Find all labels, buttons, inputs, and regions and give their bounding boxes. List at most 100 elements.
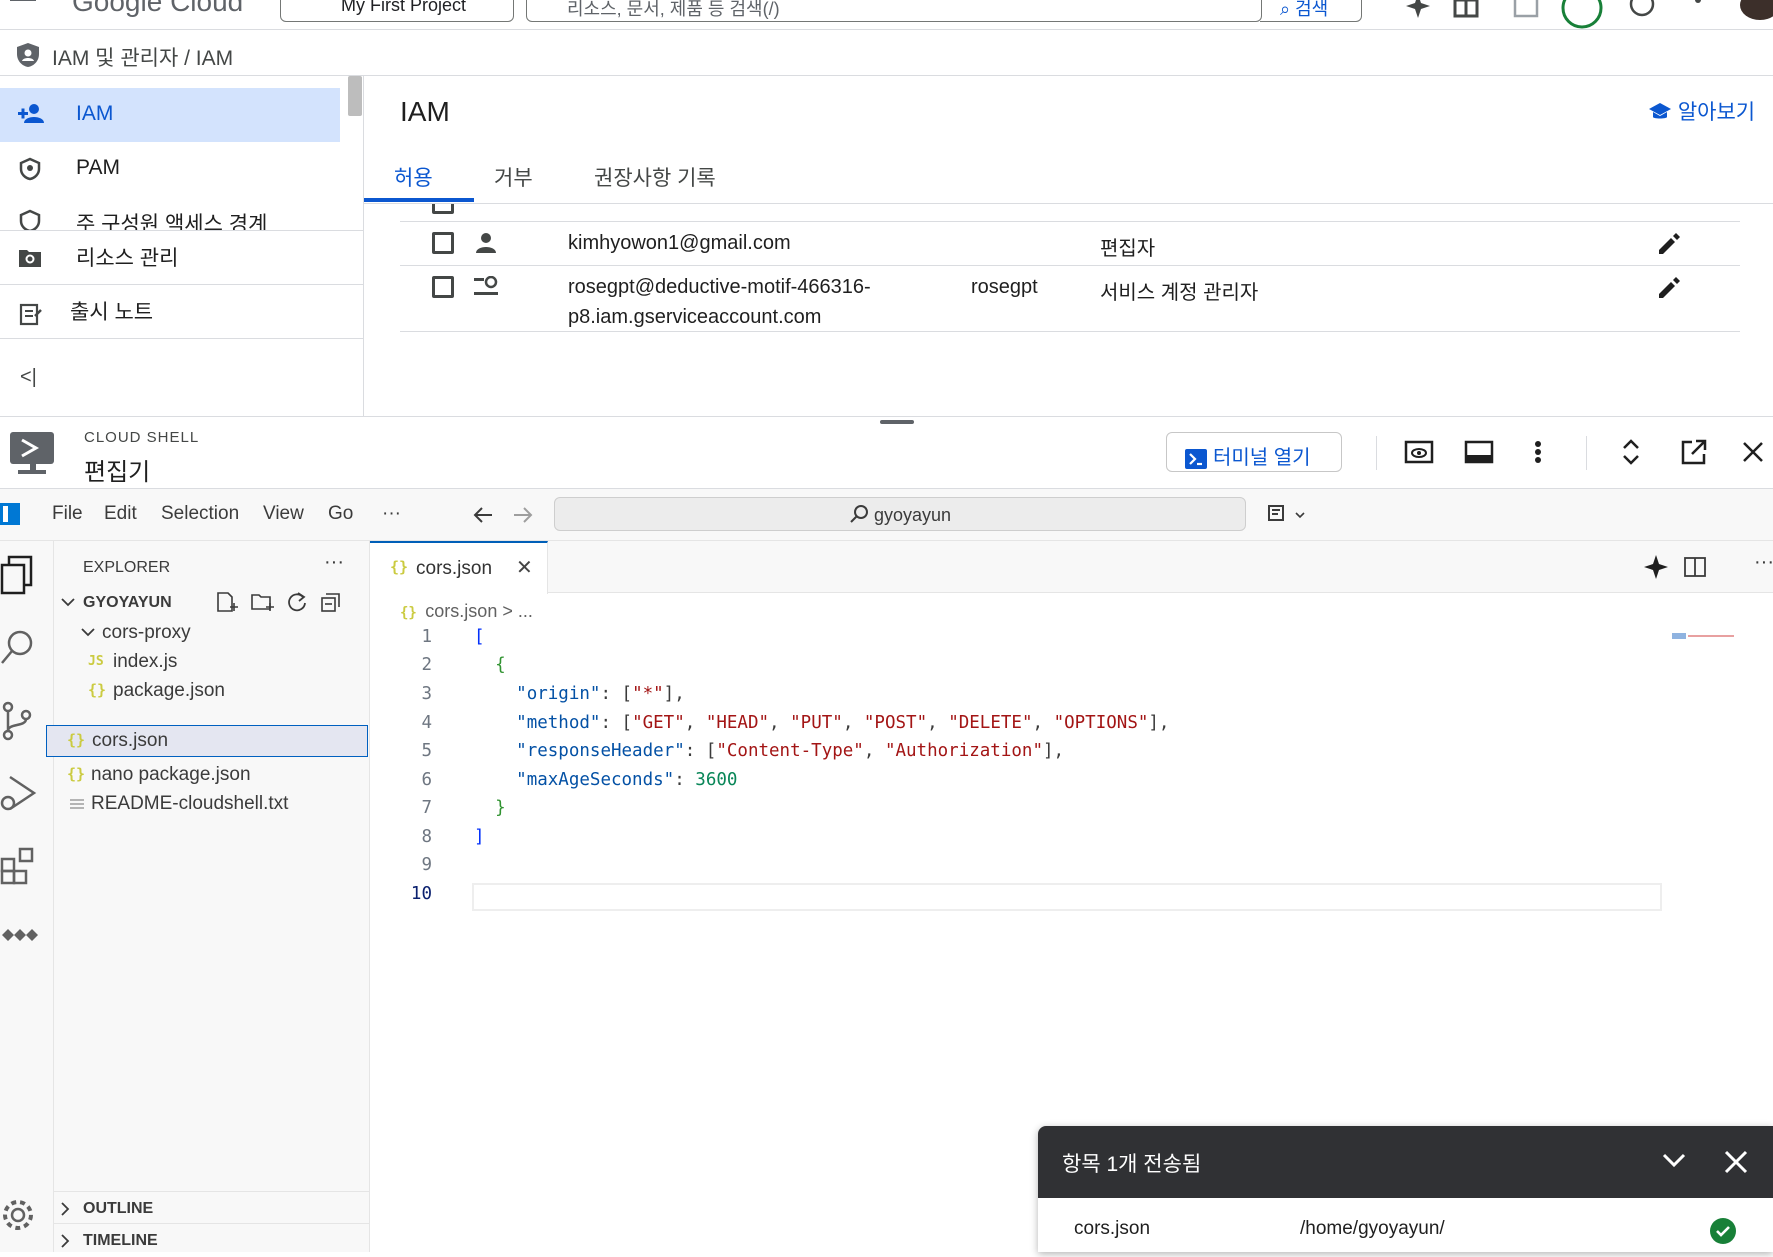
avatar[interactable] <box>1740 0 1773 20</box>
split-editor-icon[interactable] <box>1684 557 1706 577</box>
search-icon[interactable] <box>0 629 40 669</box>
sparkle-icon[interactable] <box>1644 555 1668 579</box>
menu-edit[interactable]: Edit <box>104 503 137 525</box>
more-vert-icon[interactable] <box>1532 438 1544 466</box>
transferred-file-name: cors.json <box>1074 1218 1151 1239</box>
nav-item-label: 출시 노트 <box>70 301 154 324</box>
help-icon[interactable] <box>1628 0 1656 22</box>
web-preview-icon[interactable] <box>1404 438 1434 466</box>
main-menu-button[interactable] <box>8 0 40 14</box>
resize-handle[interactable] <box>880 420 914 424</box>
close-icon[interactable] <box>1724 1150 1748 1174</box>
search-button[interactable]: ⌕ 검색 <box>1260 0 1362 22</box>
source-control-icon[interactable] <box>0 701 40 741</box>
outline-section[interactable]: OUTLINE <box>54 1193 370 1225</box>
tab-deny[interactable]: 거부 <box>494 162 533 192</box>
explorer-title: EXPLORER <box>83 559 171 576</box>
row-checkbox[interactable] <box>432 232 454 254</box>
explorer-icon[interactable] <box>0 555 40 595</box>
layout-icon[interactable] <box>1464 438 1494 466</box>
nav-item-iam[interactable]: IAM <box>0 88 340 142</box>
chevron-down-icon[interactable] <box>1662 1152 1686 1170</box>
open-terminal-label: 터미널 열기 <box>1213 447 1311 469</box>
collapse-all-icon[interactable] <box>320 591 342 613</box>
extensions-icon[interactable] <box>0 847 40 887</box>
notifications-icon[interactable] <box>1560 0 1604 29</box>
minimap[interactable] <box>1670 629 1740 643</box>
search-input[interactable]: 리소스, 문서, 제품 등 검색(/) <box>526 0 1262 22</box>
breadcrumb-text: cors.json > ... <box>425 601 533 621</box>
project-picker[interactable]: My First Project <box>280 0 514 22</box>
back-arrow-icon[interactable] <box>472 505 494 525</box>
collapse-nav-button[interactable]: <| <box>20 366 37 389</box>
gear-folder-icon <box>18 246 42 268</box>
timeline-section[interactable]: TIMELINE <box>54 1225 370 1257</box>
nav-item-resource-manager[interactable]: 리소스 관리 <box>0 230 340 284</box>
gift-icon[interactable] <box>1452 0 1480 22</box>
cloud-code-icon[interactable] <box>0 921 40 961</box>
edit-icon[interactable] <box>1656 232 1680 256</box>
expand-icon[interactable] <box>1620 438 1642 466</box>
tree-item-index-js[interactable]: JS index.js <box>54 646 370 678</box>
explorer-more-icon[interactable]: ··· <box>324 551 344 574</box>
menu-selection[interactable]: Selection <box>161 503 239 525</box>
tab-allow[interactable]: 허용 <box>394 162 433 192</box>
editor-tab-cors-json[interactable]: {} cors.json ✕ <box>370 541 548 594</box>
menu-file[interactable]: File <box>52 503 83 525</box>
page-title: IAM <box>400 96 450 127</box>
copilot-chat-icon[interactable] <box>1268 505 1308 525</box>
editor-tab-strip: {} cors.json ✕ ··· <box>370 541 1773 594</box>
json-file-icon: {} <box>88 681 107 699</box>
breadcrumb: IAM 및 관리자 / IAM <box>0 30 1773 76</box>
nav-item-pam[interactable]: PAM <box>0 142 340 196</box>
editor-breadcrumb[interactable]: {} cors.json > ... <box>400 601 533 622</box>
row-checkbox[interactable] <box>432 204 454 214</box>
tree-item-label: nano package.json <box>91 764 251 785</box>
open-in-new-icon[interactable] <box>1680 438 1708 466</box>
forward-arrow-icon[interactable] <box>512 505 534 525</box>
tree-item-nano-package-json[interactable]: {} nano package.json <box>54 759 370 791</box>
editor-more-icon[interactable]: ··· <box>1754 551 1773 574</box>
new-folder-icon[interactable] <box>250 591 274 615</box>
refresh-icon[interactable] <box>286 591 308 613</box>
shield-person-icon <box>18 209 42 230</box>
settings-gear-icon[interactable] <box>0 1197 40 1237</box>
tab-recommendation-history[interactable]: 권장사항 기록 <box>594 162 716 192</box>
tree-item-label: cors.json <box>92 730 169 751</box>
tree-item-readme[interactable]: README-cloudshell.txt <box>54 788 370 820</box>
run-debug-icon[interactable] <box>0 773 40 813</box>
more-vert-icon[interactable] <box>1692 0 1720 22</box>
search-button-label: 검색 <box>1295 0 1329 19</box>
role-name: 편집자 <box>1100 238 1156 260</box>
menu-view[interactable]: View <box>263 503 304 525</box>
explorer-root-folder[interactable]: GYOYAYUN <box>54 587 370 619</box>
menu-go[interactable]: Go <box>328 503 353 525</box>
tree-item-cors-proxy[interactable]: cors-proxy <box>54 617 370 649</box>
tree-item-cors-json[interactable]: {} cors.json <box>46 725 368 757</box>
edit-icon[interactable] <box>1656 276 1680 300</box>
close-tab-icon[interactable]: ✕ <box>516 555 533 580</box>
nav-item-label: PAM <box>76 156 120 179</box>
json-file-icon: {} <box>67 765 86 783</box>
gemini-icon[interactable] <box>1404 0 1432 22</box>
chevron-right-icon <box>60 1233 72 1249</box>
learn-link[interactable]: 알아보기 <box>1648 96 1755 126</box>
panel-divider <box>0 416 1773 417</box>
nav-item-label: IAM <box>76 102 114 125</box>
tree-item-package-json[interactable]: {} package.json <box>54 675 370 707</box>
breadcrumb-text[interactable]: IAM 및 관리자 / IAM <box>52 42 233 72</box>
close-icon[interactable] <box>1740 438 1766 466</box>
table-row: rosegpt@deductive-motif-466316- p8.iam.g… <box>400 266 1740 332</box>
upload-toast: 항목 1개 전송됨 cors.json /home/gyoyayun/ <box>1038 1126 1773 1252</box>
menu-more[interactable]: ··· <box>382 503 401 525</box>
release-notes-icon <box>18 302 42 326</box>
open-terminal-button[interactable]: 터미널 열기 <box>1166 432 1342 472</box>
new-file-icon[interactable] <box>216 591 238 615</box>
google-cloud-logo[interactable]: Google Cloud <box>72 0 243 18</box>
row-checkbox[interactable] <box>432 276 454 298</box>
nav-scrollbar[interactable] <box>348 76 362 116</box>
command-center[interactable]: gyoyayun <box>554 497 1246 531</box>
nav-item-principal-access-boundary[interactable]: 주 구성원 액세스 경계 <box>0 194 340 230</box>
cloud-shell-icon[interactable] <box>1512 0 1540 22</box>
nav-item-release-notes[interactable]: 출시 노트 <box>0 284 340 338</box>
